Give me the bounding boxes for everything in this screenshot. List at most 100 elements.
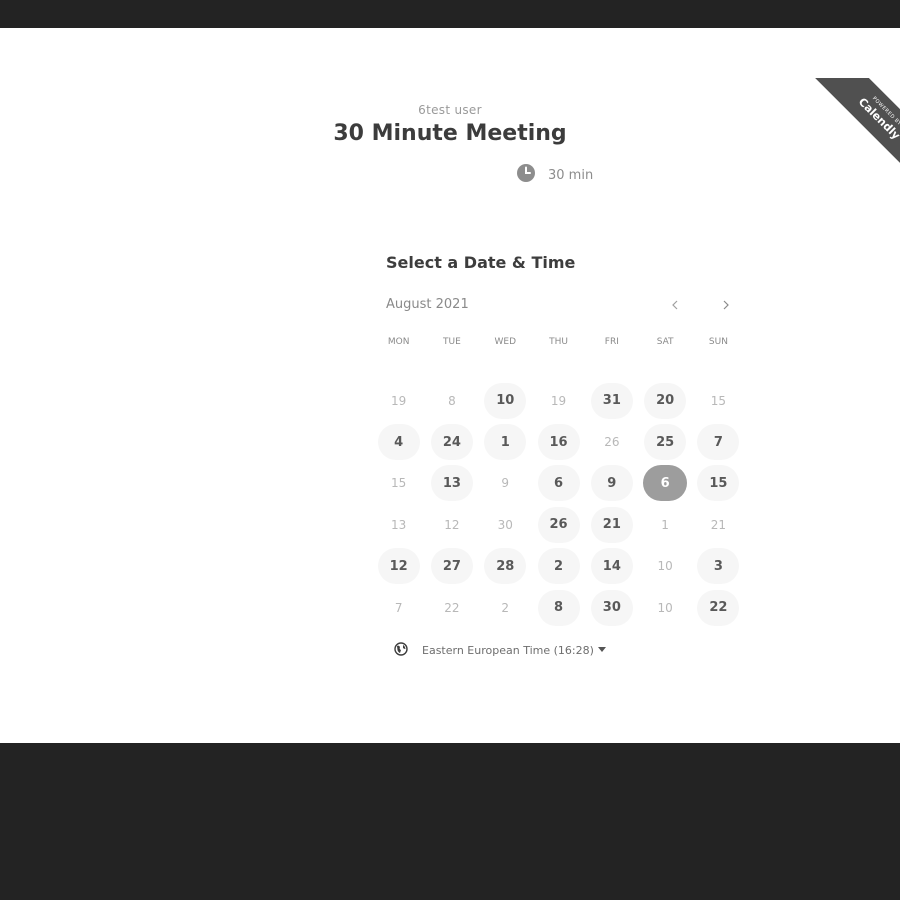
calendar-cell: 22 [425, 587, 478, 628]
calendar-cell: 30 [585, 587, 638, 628]
unavailable-day: 21 [710, 517, 727, 532]
available-day-button[interactable]: 9 [590, 465, 633, 502]
unavailable-day: 12 [444, 517, 460, 532]
chevron-left-icon [670, 298, 680, 314]
unavailable-day: 9 [501, 476, 510, 491]
globe-icon [394, 641, 408, 659]
calendar-cell: 1 [638, 504, 691, 545]
calendar-cell: 1 [479, 421, 532, 462]
calendar-cell: 15 [692, 463, 745, 504]
calendar-cell: 27 [425, 546, 478, 587]
timezone-label: Eastern European Time (16:28) [422, 643, 594, 657]
unavailable-day: 2 [501, 600, 510, 615]
available-day-button[interactable]: 25 [644, 424, 687, 461]
section-title: Select a Date & Time [386, 253, 576, 272]
unavailable-day: 13 [391, 517, 407, 532]
calendar-cell: 3 [692, 546, 745, 587]
calendar-cell: 16 [532, 421, 585, 462]
unavailable-day: 19 [391, 393, 407, 408]
available-day-button[interactable]: 28 [484, 548, 527, 585]
calendar-cell: 20 [638, 380, 691, 421]
unavailable-day: 26 [604, 435, 620, 450]
available-day-button[interactable]: 8 [537, 589, 580, 626]
calendar-cell: 31 [585, 380, 638, 421]
unavailable-day: 10 [657, 559, 673, 574]
weekday-label: WED [494, 337, 516, 347]
unavailable-day: 30 [497, 517, 513, 532]
available-day-button[interactable]: 2 [537, 548, 580, 585]
weekday-label: SUN [708, 337, 728, 347]
available-day-button[interactable]: 22 [697, 589, 740, 626]
available-day-button[interactable]: 31 [590, 382, 633, 419]
calendar-cell: 10 [479, 380, 532, 421]
available-day-button[interactable]: 3 [697, 548, 740, 585]
weekday-label: SAT [656, 337, 674, 347]
calendar-cell: 12 [425, 504, 478, 545]
event-duration: 30 min [516, 164, 593, 186]
calendar-cell: 10 [638, 546, 691, 587]
available-day-button[interactable]: 6 [537, 465, 580, 502]
weekday-label: TUE [443, 337, 461, 347]
calendar-cell: 8 [425, 380, 478, 421]
calendar-cell: 19 [532, 380, 585, 421]
unavailable-day: 22 [444, 600, 460, 615]
calendar-grid: 19 8 10 19 31 20 15 4 24 1 16 26 25 7 15 13 9 6 9 6 15 13 12 30… [372, 380, 745, 628]
calendar-cell: 10 [638, 587, 691, 628]
calendar-cell: 7 [372, 587, 425, 628]
weekday-label: MON [387, 337, 410, 347]
available-day-button[interactable]: 10 [484, 382, 527, 419]
calendar-cell: 22 [692, 587, 745, 628]
next-month-button[interactable] [714, 294, 738, 318]
unavailable-day: 8 [448, 393, 456, 408]
calendar-cell: 12 [372, 546, 425, 587]
calendar-cell: 24 [425, 421, 478, 462]
calendar-cell: 21 [692, 504, 745, 545]
calendar-cell: 15 [372, 463, 425, 504]
calendar-cell: 30 [479, 504, 532, 545]
available-day-button[interactable]: 16 [537, 424, 580, 461]
unavailable-day: 15 [710, 393, 727, 408]
calendar-cell: 21 [585, 504, 638, 545]
available-day-button[interactable]: 1 [484, 424, 527, 461]
weekday-label: FRI [604, 337, 619, 347]
calendar-cell: 8 [532, 587, 585, 628]
calendar-cell: 4 [372, 421, 425, 462]
available-day-button[interactable]: 24 [430, 424, 473, 461]
prev-month-button[interactable] [663, 294, 687, 318]
available-day-button[interactable]: 13 [430, 465, 473, 502]
available-day-button[interactable]: 20 [644, 382, 687, 419]
calendar-cell: 9 [479, 463, 532, 504]
calendar-cell: 2 [479, 587, 532, 628]
unavailable-day: 15 [391, 476, 407, 491]
calendar-cell: 13 [372, 504, 425, 545]
calendar-cell: 13 [425, 463, 478, 504]
calendar-cell: 6 [532, 463, 585, 504]
event-title: 30 Minute Meeting [333, 121, 567, 146]
available-day-button[interactable]: 27 [430, 548, 473, 585]
calendar-cell: 9 [585, 463, 638, 504]
available-day-button[interactable]: 7 [697, 424, 740, 461]
calendar-cell: 7 [692, 421, 745, 462]
available-day-button[interactable]: 15 [697, 465, 740, 502]
unavailable-day: 7 [394, 600, 403, 615]
calendar-cell: 14 [585, 546, 638, 587]
timezone-selector[interactable]: Eastern European Time (16:28) [394, 641, 606, 659]
calendar-cell: 2 [532, 546, 585, 587]
available-day-button[interactable]: 14 [590, 548, 633, 585]
available-day-button[interactable]: 4 [377, 424, 420, 461]
available-day-button[interactable]: 26 [537, 506, 580, 543]
calendar-cell: 28 [479, 546, 532, 587]
weekday-header: MON TUE WED THU FRI SAT SUN [372, 337, 745, 351]
caret-down-icon [597, 646, 606, 655]
calendar-cell: 26 [585, 421, 638, 462]
available-day-button[interactable]: 30 [590, 589, 633, 626]
weekday-label: THU [549, 337, 568, 347]
available-day-button[interactable]: 12 [377, 548, 420, 585]
unavailable-day: 1 [661, 517, 669, 532]
available-day-button[interactable]: 21 [590, 506, 633, 543]
calendar-cell: 15 [692, 380, 745, 421]
event-owner: 6test user [418, 103, 482, 117]
unavailable-day: 19 [550, 393, 567, 408]
chevron-right-icon [721, 298, 731, 314]
selected-day-button[interactable]: 6 [643, 465, 688, 502]
